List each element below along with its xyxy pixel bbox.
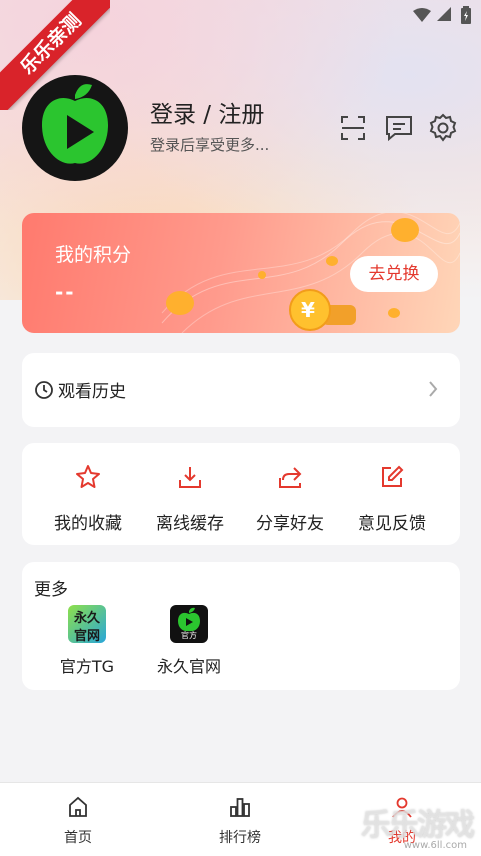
redeem-button[interactable]: 去兑换 — [350, 256, 438, 292]
permanent-site-link[interactable]: 官方 永久官网 — [144, 605, 234, 677]
permanent-site-label: 永久官网 — [156, 657, 221, 676]
site-icon-caption: 官方 — [181, 631, 197, 640]
battery-icon — [461, 6, 471, 24]
tab-ranking-label: 排行榜 — [219, 830, 261, 846]
points-value: -- — [55, 280, 76, 304]
tab-home[interactable]: 首页 — [33, 795, 123, 847]
feedback-label: 意见反馈 — [358, 514, 426, 534]
chart-icon — [230, 798, 250, 817]
login-hint: 登录后享受更多... — [150, 136, 270, 154]
edit-icon — [382, 465, 404, 487]
watch-history-label: 观看历史 — [58, 382, 126, 402]
official-tg-link[interactable]: 永久 官网 官方TG — [42, 605, 132, 677]
more-section: 更多 永久 官网 官方TG 官方 永久官网 — [22, 562, 460, 690]
site-app-icon: 官方 — [170, 605, 208, 643]
clock-icon — [35, 381, 53, 399]
offline-cache-button[interactable]: 离线缓存 — [140, 463, 240, 534]
app-logo-icon — [42, 84, 108, 164]
points-card: ¥ 我的积分 -- 去兑换 — [22, 213, 460, 333]
watermark-url: www.6ll.com — [403, 840, 467, 851]
login-register-link[interactable]: 登录 / 注册 — [150, 95, 264, 129]
share-label: 分享好友 — [256, 514, 324, 534]
tg-icon-text-top: 永久 — [73, 611, 100, 626]
official-tg-label: 官方TG — [59, 657, 115, 676]
home-icon — [69, 796, 87, 817]
favorites-button[interactable]: 我的收藏 — [38, 463, 138, 534]
download-icon — [179, 467, 201, 488]
share-icon — [279, 467, 302, 488]
quick-actions: 我的收藏 离线缓存 分享好友 意见反馈 — [22, 443, 460, 545]
points-title: 我的积分 — [55, 244, 132, 266]
star-icon — [76, 465, 100, 488]
watermark: 乐乐游戏 — [361, 808, 475, 843]
svg-text:¥: ¥ — [301, 298, 315, 322]
avatar[interactable] — [22, 75, 128, 181]
tab-ranking[interactable]: 排行榜 — [195, 795, 285, 847]
share-button[interactable]: 分享好友 — [240, 463, 340, 534]
feedback-button[interactable]: 意见反馈 — [342, 463, 442, 534]
tg-app-icon: 永久 官网 — [68, 605, 106, 643]
wifi-icon — [413, 8, 431, 22]
status-bar — [361, 0, 481, 32]
more-title: 更多 — [34, 580, 68, 600]
watch-history-row[interactable]: 观看历史 — [22, 353, 460, 427]
scan-icon[interactable] — [338, 113, 368, 143]
favorites-label: 我的收藏 — [54, 514, 122, 534]
offline-cache-label: 离线缓存 — [156, 514, 224, 534]
tg-icon-text-bottom: 官网 — [73, 629, 100, 643]
gear-icon[interactable] — [428, 113, 458, 143]
chevron-right-icon — [429, 381, 438, 397]
signal-icon — [437, 7, 451, 21]
tab-home-label: 首页 — [64, 830, 92, 846]
message-icon[interactable] — [384, 113, 414, 143]
